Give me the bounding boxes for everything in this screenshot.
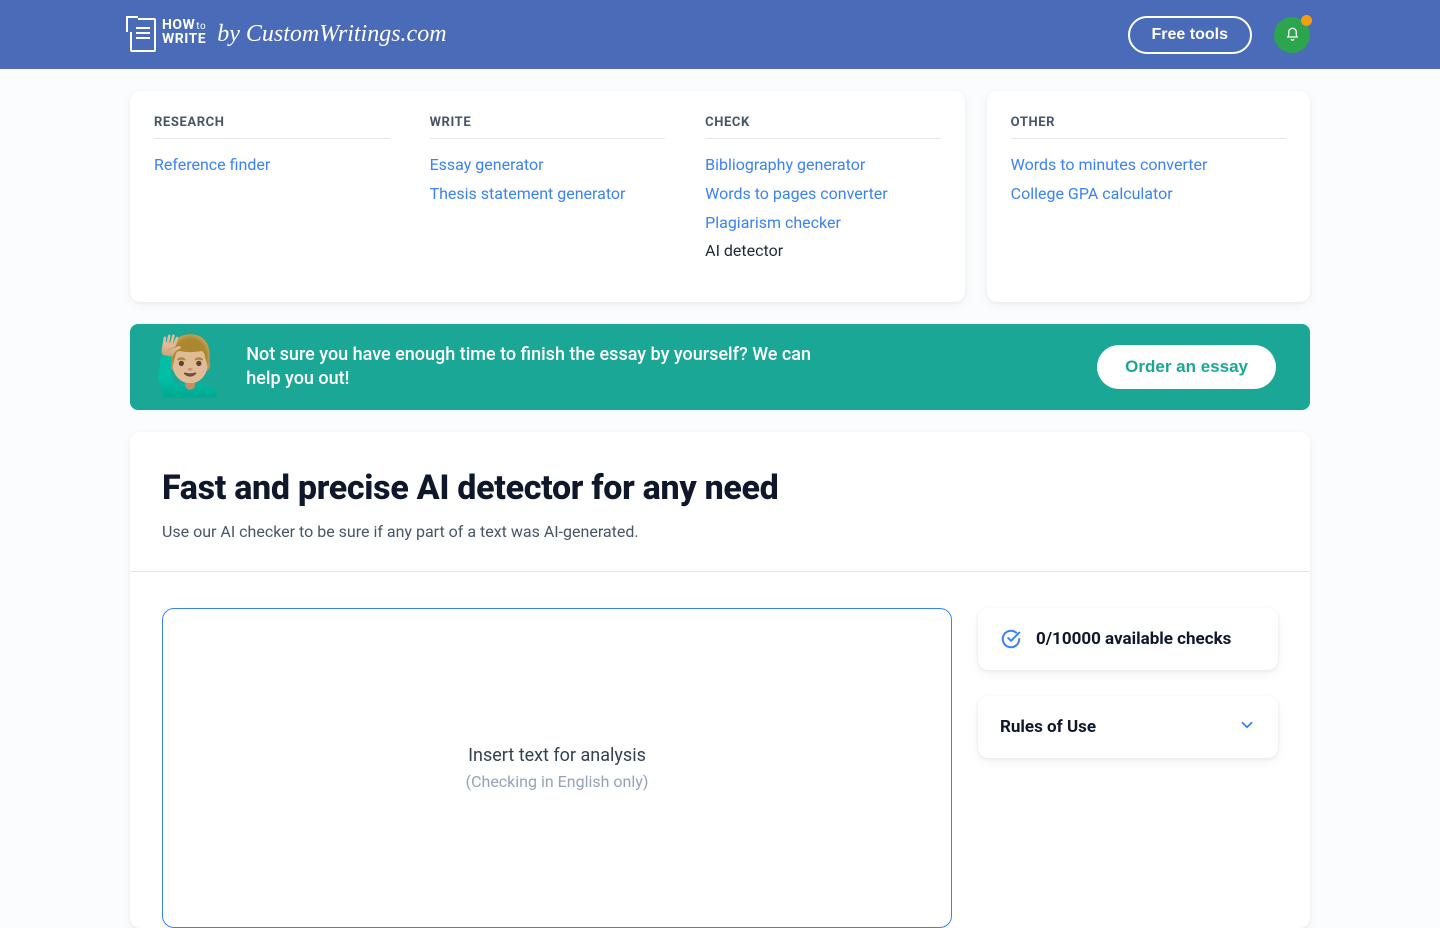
check-circle-icon [1000, 628, 1022, 650]
link-bibliography-generator[interactable]: Bibliography generator [705, 153, 941, 178]
link-words-to-pages[interactable]: Words to pages converter [705, 182, 941, 207]
tools-nav: RESEARCH Reference finder WRITE Essay ge… [130, 91, 1310, 302]
bell-icon [1285, 27, 1300, 42]
link-plagiarism-checker[interactable]: Plagiarism checker [705, 211, 941, 236]
link-gpa-calculator[interactable]: College GPA calculator [1011, 182, 1286, 207]
link-words-to-minutes[interactable]: Words to minutes converter [1011, 153, 1286, 178]
free-tools-button[interactable]: Free tools [1128, 16, 1252, 54]
col-check: CHECK Bibliography generator Words to pa… [705, 115, 941, 268]
col-heading: CHECK [705, 115, 941, 139]
text-input-area[interactable]: Insert text for analysis (Checking in En… [162, 608, 952, 928]
col-other: OTHER Words to minutes converter College… [1011, 115, 1286, 207]
order-essay-button[interactable]: Order an essay [1097, 345, 1276, 389]
notifications-button[interactable] [1274, 17, 1310, 53]
available-checks-box: 0/10000 available checks [978, 608, 1278, 670]
waving-emoji-icon: 🙋🏼‍♂️ [154, 338, 226, 396]
col-heading: RESEARCH [154, 115, 390, 139]
col-heading: WRITE [430, 115, 666, 139]
site-header: HOWto WRITE by CustomWritings.com Free t… [0, 0, 1440, 69]
rules-label: Rules of Use [1000, 717, 1096, 737]
link-reference-finder[interactable]: Reference finder [154, 153, 390, 178]
promo-text: Not sure you have enough time to finish … [246, 343, 826, 392]
tool-card: Fast and precise AI detector for any nee… [130, 432, 1310, 928]
divider [130, 571, 1310, 572]
link-essay-generator[interactable]: Essay generator [430, 153, 666, 178]
input-placeholder-sub: (Checking in English only) [466, 772, 649, 791]
col-heading: OTHER [1011, 115, 1286, 139]
link-thesis-generator[interactable]: Thesis statement generator [430, 182, 666, 207]
logo-mark: HOWto WRITE [130, 18, 207, 52]
col-research: RESEARCH Reference finder [154, 115, 390, 268]
chevron-down-icon [1238, 716, 1256, 738]
input-placeholder-main: Insert text for analysis [468, 745, 646, 766]
promo-banner: 🙋🏼‍♂️ Not sure you have enough time to f… [130, 324, 1310, 410]
available-checks-text: 0/10000 available checks [1036, 629, 1231, 649]
col-write: WRITE Essay generator Thesis statement g… [430, 115, 666, 268]
page-title: Fast and precise AI detector for any nee… [162, 468, 1278, 508]
rules-of-use-toggle[interactable]: Rules of Use [978, 696, 1278, 758]
logo[interactable]: HOWto WRITE by CustomWritings.com [130, 18, 447, 52]
logo-brand: by CustomWritings.com [217, 21, 446, 48]
page-subtitle: Use our AI checker to be sure if any par… [162, 522, 1278, 541]
link-ai-detector[interactable]: AI detector [705, 239, 941, 264]
notification-dot-icon [1301, 15, 1312, 26]
